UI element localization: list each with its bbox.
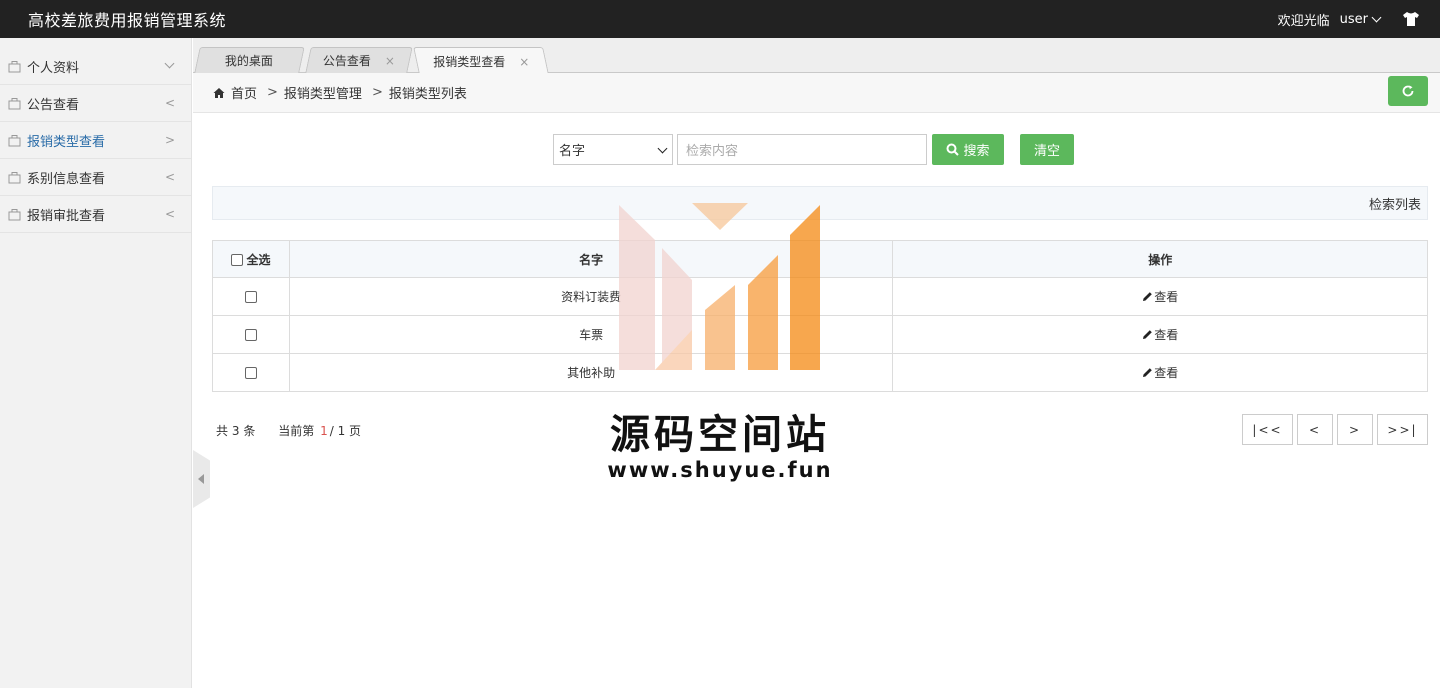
sidebar-collapse-handle[interactable]	[193, 450, 210, 508]
tab-label: 公告查看	[322, 54, 371, 68]
chevron-right-icon: >	[164, 133, 175, 147]
last-page-button[interactable]: >>|	[1377, 414, 1428, 445]
username: user	[1339, 11, 1368, 27]
search-placeholder: 检索内容	[686, 144, 739, 159]
sidebar-item-label: 公告查看	[27, 97, 80, 113]
select-all-label: 全选	[246, 252, 271, 267]
sidebar: 个人资料 公告查看 < 报销类型查看 > 系别信息查看 < 报销审批查看 <	[0, 38, 192, 688]
view-link[interactable]: 查看	[1142, 364, 1178, 381]
view-link-label: 查看	[1154, 328, 1179, 342]
view-link[interactable]: 查看	[1142, 326, 1178, 343]
first-page-button[interactable]: |<<	[1242, 414, 1293, 445]
tab-reimbursement-types[interactable]: 报销类型查看 ×	[413, 47, 549, 74]
breadcrumb-level1[interactable]: 报销类型管理	[284, 83, 362, 102]
pagination: |<< < > >>|	[1238, 414, 1428, 445]
total-prefix: 共	[216, 424, 229, 438]
chevron-down-icon	[1371, 12, 1382, 22]
view-link-label: 查看	[1154, 290, 1179, 304]
sidebar-item-label: 系别信息查看	[27, 171, 106, 187]
briefcase-icon	[8, 208, 21, 220]
home-icon	[213, 87, 225, 98]
tab-desktop[interactable]: 我的桌面	[194, 47, 305, 73]
refresh-button[interactable]	[1388, 76, 1428, 106]
breadcrumb-level2: 报销类型列表	[388, 87, 467, 102]
chevron-down-icon	[164, 58, 175, 69]
select-all-checkbox[interactable]	[231, 254, 244, 266]
close-icon[interactable]: ×	[385, 54, 395, 68]
clear-button[interactable]: 清空	[1020, 134, 1074, 165]
search-icon	[946, 143, 960, 156]
briefcase-icon	[8, 97, 21, 109]
breadcrumb: 首页 > 报销类型管理 > 报销类型列表	[193, 73, 1440, 113]
search-bar: 名字 检索内容 搜索 清空	[553, 134, 1074, 165]
row-checkbox[interactable]	[244, 329, 257, 341]
total-count: 3	[231, 424, 240, 438]
top-navbar: 高校差旅费用报销管理系统 欢迎光临 user	[0, 0, 1440, 38]
tab-bar: 我的桌面 公告查看 × 报销类型查看 ×	[193, 38, 1440, 74]
user-menu[interactable]: user	[1339, 11, 1382, 27]
search-button[interactable]: 搜索	[932, 134, 1004, 165]
close-icon[interactable]: ×	[519, 54, 529, 68]
briefcase-icon	[8, 60, 21, 72]
chevron-left-icon: <	[164, 96, 175, 110]
prev-page-button[interactable]: <	[1297, 414, 1333, 445]
view-link-label: 查看	[1154, 366, 1179, 380]
row-checkbox[interactable]	[244, 367, 257, 379]
tab-notices[interactable]: 公告查看 ×	[305, 47, 413, 73]
search-field-select[interactable]: 名字	[553, 134, 673, 165]
search-button-label: 搜索	[963, 144, 990, 159]
pencil-icon	[1143, 368, 1153, 377]
chevron-down-icon	[657, 143, 668, 154]
breadcrumb-separator: >	[371, 85, 383, 100]
sidebar-item-label: 报销审批查看	[27, 208, 106, 224]
list-title: 检索列表	[1368, 197, 1421, 213]
sidebar-item-approvals[interactable]: 报销审批查看 <	[0, 196, 191, 233]
chevron-left-icon: <	[164, 170, 175, 184]
pages-suffix: 页	[349, 424, 362, 438]
briefcase-icon	[8, 134, 21, 146]
watermark-url: www.shuyue.fun	[607, 458, 833, 482]
sidebar-item-reimbursement-types[interactable]: 报销类型查看 >	[0, 122, 191, 159]
triangle-left-icon	[197, 474, 204, 484]
view-link[interactable]: 查看	[1142, 288, 1178, 305]
clear-button-label: 清空	[1033, 144, 1060, 159]
tab-label: 报销类型查看	[433, 54, 506, 69]
total-suffix: 条	[243, 424, 256, 438]
pencil-icon	[1143, 292, 1153, 301]
select-all-header[interactable]: 全选	[212, 240, 290, 278]
breadcrumb-separator: >	[267, 85, 278, 100]
shirt-icon[interactable]	[1402, 11, 1420, 27]
topbar-right: 欢迎光临 user	[1278, 10, 1420, 29]
next-page-button[interactable]: >	[1337, 414, 1373, 445]
sidebar-item-departments[interactable]: 系别信息查看 <	[0, 159, 191, 196]
column-header-actions: 操作	[892, 240, 1428, 278]
select-value: 名字	[559, 144, 586, 159]
sidebar-item-label: 个人资料	[27, 60, 80, 76]
pagination-info: 共 3 条 当前第 1/ 1 页	[216, 422, 361, 439]
chevron-left-icon: <	[164, 207, 175, 221]
tab-label: 我的桌面	[225, 54, 274, 68]
current-prefix: 当前第	[278, 424, 315, 438]
search-input[interactable]: 检索内容	[677, 134, 927, 165]
refresh-icon	[1402, 85, 1414, 97]
row-checkbox[interactable]	[244, 291, 257, 303]
sidebar-item-profile[interactable]: 个人资料	[0, 48, 191, 85]
watermark-title: 源码空间站	[610, 412, 830, 458]
page-slash: /	[329, 424, 334, 438]
sidebar-item-notices[interactable]: 公告查看 <	[0, 85, 191, 122]
page-count: 1	[337, 424, 346, 438]
current-page: 1	[320, 424, 328, 438]
breadcrumb-home[interactable]: 首页	[231, 83, 257, 102]
briefcase-icon	[8, 171, 21, 183]
sidebar-item-label: 报销类型查看	[27, 134, 106, 150]
pencil-icon	[1143, 330, 1153, 339]
app-title: 高校差旅费用报销管理系统	[28, 11, 227, 30]
welcome-text: 欢迎光临	[1277, 13, 1330, 29]
